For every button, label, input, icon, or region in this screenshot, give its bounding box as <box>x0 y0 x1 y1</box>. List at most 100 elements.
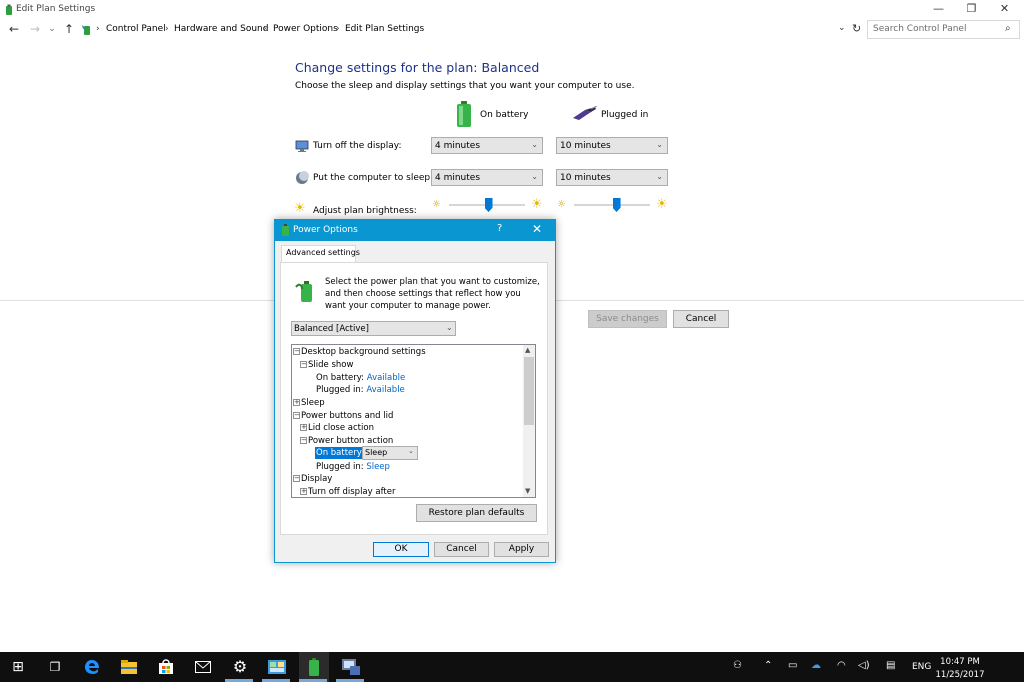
tree-item-label: Desktop background settings <box>301 347 426 357</box>
tree-item-power-button-battery[interactable]: On battery: <box>315 447 366 459</box>
volume-icon[interactable]: ◁) <box>858 660 870 671</box>
breadcrumb-separator: › <box>336 24 340 34</box>
dialog-cancel-button[interactable]: Cancel <box>434 542 489 557</box>
up-button[interactable]: ↑ <box>61 21 77 37</box>
dialog-close-button[interactable]: ✕ <box>532 222 542 236</box>
sleep-plugged-value: 10 minutes <box>560 173 611 183</box>
title-bar <box>0 0 1024 20</box>
battery-glyph <box>309 658 319 676</box>
brightness-icon: ☀ <box>294 201 306 216</box>
power-options-icon <box>6 4 12 15</box>
scroll-down-icon[interactable]: ▼ <box>525 487 530 495</box>
brightness-low-icon: ☼ <box>557 199 566 210</box>
slideshow-plugged-value[interactable]: Available <box>366 385 404 395</box>
action-center-icon[interactable]: ▤ <box>886 660 895 671</box>
tree-item-label: Turn off display after <box>308 487 396 497</box>
show-hidden-icons-icon[interactable]: ⌃ <box>764 660 772 671</box>
page-subtitle: Choose the sleep and display settings th… <box>295 81 635 91</box>
expand-icon[interactable]: + <box>293 399 300 406</box>
store-icon[interactable] <box>151 652 181 682</box>
brightness-high-icon: ☀ <box>531 197 543 212</box>
search-icon[interactable]: ⌕ <box>1005 23 1011 34</box>
slideshow-battery-value[interactable]: Available <box>367 373 405 383</box>
tree-item-label: Sleep <box>301 398 325 408</box>
back-button[interactable]: ← <box>6 21 22 37</box>
power-plan-icon <box>295 281 312 302</box>
breadcrumb-hardware-and-sound[interactable]: Hardware and Sound <box>174 24 268 34</box>
restore-defaults-button[interactable]: Restore plan defaults <box>416 504 537 522</box>
tree-scrollbar-thumb[interactable] <box>524 357 534 425</box>
brightness-battery-thumb[interactable] <box>484 198 493 212</box>
store-glyph <box>159 659 173 674</box>
control-panel-icon <box>82 25 90 35</box>
brightness-plugged-slider[interactable] <box>574 204 650 206</box>
people-icon[interactable]: ⚇ <box>733 660 742 671</box>
tree-item-label: Display <box>301 474 333 484</box>
expand-icon[interactable]: + <box>300 488 307 495</box>
onedrive-icon[interactable]: ☁ <box>811 660 821 671</box>
language-indicator[interactable]: ENG <box>912 662 931 672</box>
collapse-icon[interactable]: − <box>300 361 307 368</box>
tree-item-sleep[interactable]: +Sleep <box>293 398 325 410</box>
display-plugged-select[interactable]: 10 minutes ⌄ <box>556 137 668 154</box>
dialog-description: Select the power plan that you want to c… <box>325 277 540 311</box>
tree-item-power-button-plugged[interactable]: Plugged in: Sleep <box>316 462 390 474</box>
tree-item-label: Power button action <box>308 436 394 446</box>
sleep-plugged-select[interactable]: 10 minutes ⌄ <box>556 169 668 186</box>
collapse-icon[interactable]: − <box>293 412 300 419</box>
address-dropdown-icon[interactable]: ⌄ <box>838 23 846 33</box>
settings-gear-icon[interactable]: ⚙ <box>225 652 255 682</box>
collapse-icon[interactable]: − <box>293 348 300 355</box>
collapse-icon[interactable]: − <box>300 437 307 444</box>
start-button[interactable]: ⊞ <box>3 652 33 682</box>
file-explorer-icon[interactable] <box>114 652 144 682</box>
power-options-taskbar-icon[interactable] <box>299 652 329 682</box>
scroll-up-icon[interactable]: ▲ <box>525 346 530 354</box>
tree-item-desktop-background[interactable]: −Desktop background settings <box>293 347 426 359</box>
collapse-icon[interactable]: − <box>293 475 300 482</box>
task-view-button[interactable]: ❐ <box>40 652 70 682</box>
presentation-icon[interactable] <box>336 652 366 682</box>
breadcrumb-power-options[interactable]: Power Options <box>273 24 338 34</box>
close-button[interactable]: ✕ <box>988 0 1021 20</box>
display-plugged-value: 10 minutes <box>560 141 611 151</box>
clock-time[interactable]: 10:47 PM <box>940 657 980 667</box>
breadcrumb-control-panel[interactable]: Control Panel <box>106 24 166 34</box>
tree-item-lid-close[interactable]: +Lid close action <box>300 423 374 435</box>
battery-tray-icon[interactable]: ▭ <box>788 660 797 671</box>
tree-item-power-buttons[interactable]: −Power buttons and lid <box>293 411 393 423</box>
minimize-button[interactable]: — <box>922 0 955 20</box>
tree-item-slide-show[interactable]: −Slide show <box>300 360 353 372</box>
edge-icon[interactable] <box>77 652 107 682</box>
tree-item-slideshow-plugged[interactable]: Plugged in: Available <box>316 385 405 397</box>
tree-item-turn-off-display[interactable]: +Turn off display after <box>300 487 395 499</box>
breadcrumb-separator: › <box>263 24 267 34</box>
help-button[interactable]: ? <box>497 223 502 234</box>
breadcrumb-edit-plan-settings[interactable]: Edit Plan Settings <box>345 24 424 34</box>
tree-item-slideshow-battery[interactable]: On battery: Available <box>316 373 405 385</box>
chevron-down-icon: ⌄ <box>656 140 663 149</box>
control-panel-taskbar-icon[interactable] <box>262 652 292 682</box>
display-battery-select[interactable]: 4 minutes ⌄ <box>431 137 543 154</box>
save-changes-button[interactable]: Save changes <box>588 310 667 328</box>
expand-icon[interactable]: + <box>300 424 307 431</box>
apply-button[interactable]: Apply <box>494 542 549 557</box>
recent-locations-button[interactable]: ⌄ <box>44 21 60 37</box>
brightness-plugged-thumb[interactable] <box>612 198 621 212</box>
refresh-icon[interactable]: ↻ <box>852 22 861 35</box>
brightness-low-icon: ☼ <box>432 199 441 210</box>
restore-button[interactable]: ❐ <box>955 0 988 20</box>
wifi-icon[interactable]: ◠ <box>837 660 846 671</box>
window-title: Edit Plan Settings <box>16 4 96 14</box>
cancel-button[interactable]: Cancel <box>673 310 729 328</box>
clock-date[interactable]: 11/25/2017 <box>934 670 986 680</box>
search-placeholder: Search Control Panel <box>873 24 967 34</box>
power-button-plugged-value[interactable]: Sleep <box>366 462 390 472</box>
forward-button[interactable]: → <box>27 21 43 37</box>
breadcrumb-separator: › <box>165 24 169 34</box>
mail-icon[interactable] <box>188 652 218 682</box>
tree-item-label: Plugged in: <box>316 385 364 395</box>
tree-item-display[interactable]: −Display <box>293 474 332 486</box>
ok-button[interactable]: OK <box>373 542 429 557</box>
sleep-battery-select[interactable]: 4 minutes ⌄ <box>431 169 543 186</box>
